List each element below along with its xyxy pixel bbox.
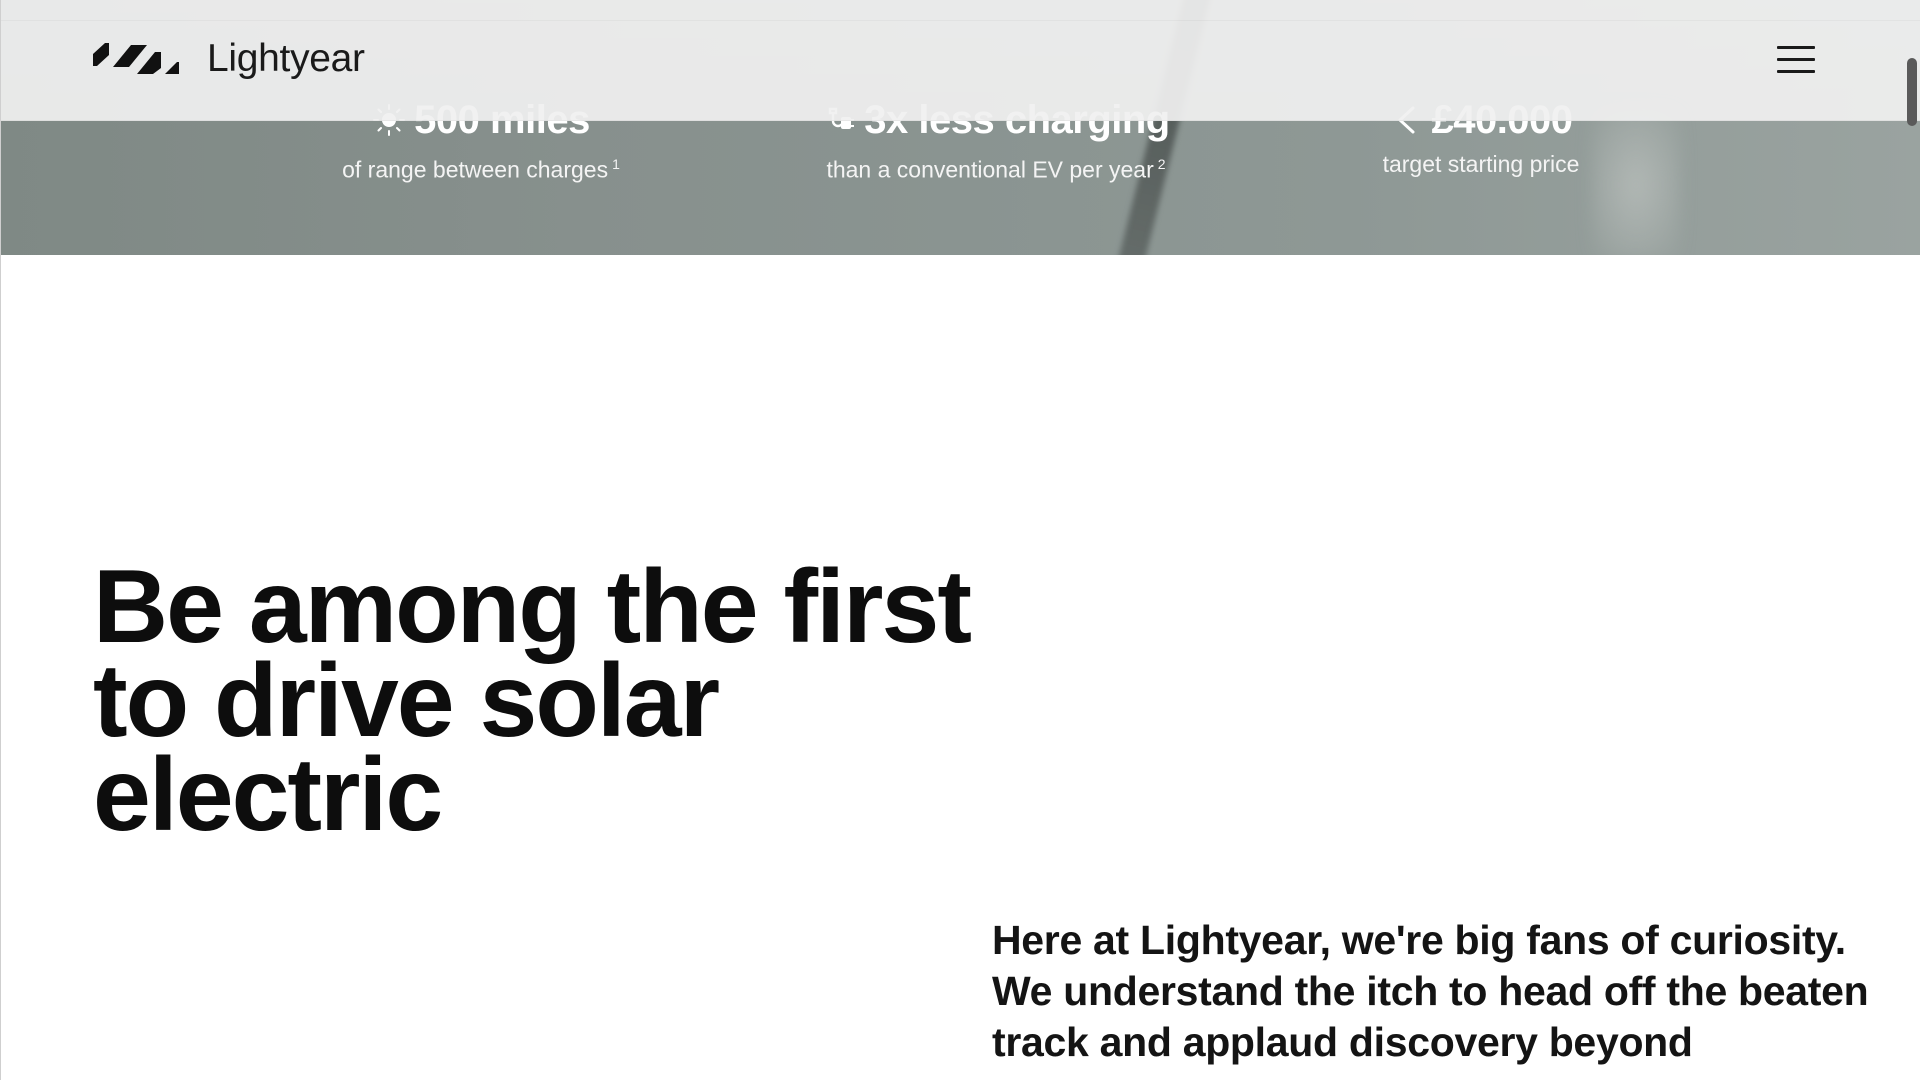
stat-price-caption: target starting price bbox=[1361, 150, 1601, 178]
page-scrollbar-thumb[interactable] bbox=[1907, 58, 1917, 126]
brand-name: Lightyear bbox=[207, 37, 365, 80]
lightyear-logo-icon bbox=[93, 43, 179, 74]
hamburger-menu-icon-line-bottom bbox=[1777, 70, 1815, 73]
stat-range-caption-text: of range between charges bbox=[342, 156, 609, 183]
menu-button[interactable] bbox=[1777, 44, 1815, 76]
brand-logo-link[interactable]: Lightyear bbox=[91, 36, 365, 82]
hamburger-menu-icon-line-top bbox=[1777, 46, 1815, 49]
main-headline: Be among the first to drive solar electr… bbox=[93, 549, 972, 853]
stat-charging-footnote[interactable]: 2 bbox=[1158, 156, 1166, 172]
stat-range-footnote[interactable]: 1 bbox=[612, 156, 620, 172]
site-header: Lightyear bbox=[1, 0, 1920, 121]
stat-price-caption-text: target starting price bbox=[1382, 151, 1580, 177]
stat-charging-caption: than a conventional EV per year 2 bbox=[811, 150, 1181, 184]
header-divider bbox=[1, 20, 1920, 21]
stat-range-caption: of range between charges 1 bbox=[331, 150, 631, 184]
hamburger-menu-icon-line-middle bbox=[1777, 58, 1815, 61]
stat-charging-caption-text: than a conventional EV per year bbox=[826, 156, 1154, 183]
page: 500 miles of range between charges1 3x l… bbox=[0, 0, 1920, 1080]
intro-paragraph: Here at Lightyear, we're big fans of cur… bbox=[992, 917, 1869, 1065]
